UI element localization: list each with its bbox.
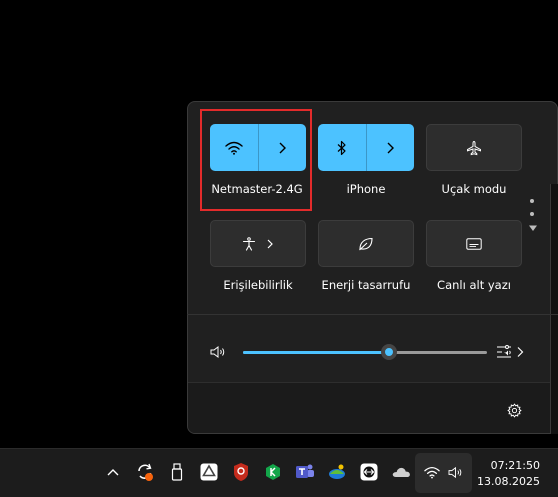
speaker-icon [448,466,462,479]
panel-footer [188,382,557,433]
network-volume-tray-button[interactable] [415,453,472,493]
app-tray-icon-red[interactable] [230,461,252,483]
k-app-icon [266,464,280,480]
sync-icon [138,463,153,481]
taskbar: 07:21:50 13.08.2025 [0,448,558,497]
kaspersky-icon[interactable] [262,461,284,483]
energy-saver-tile[interactable] [318,220,414,267]
volume-slider-fill [243,351,389,354]
teams-app-icon [296,464,314,478]
bluetooth-tile[interactable] [318,124,414,171]
accessibility-tile[interactable] [210,220,306,267]
globe-icon [329,464,345,479]
chevron-down-icon[interactable] [529,224,537,232]
teams-icon[interactable] [294,461,316,483]
accessibility-icon [242,236,256,251]
live-captions-label: Canlı alt yazı [437,278,511,292]
remote-app-icon [360,463,378,481]
show-hidden-icons-button[interactable] [102,461,124,483]
leaf-icon [359,237,373,250]
page-dot[interactable] [530,212,534,216]
clock-date: 13.08.2025 [477,475,540,488]
usb-device-icon[interactable] [166,461,188,483]
sync-app-icon[interactable] [134,461,156,483]
volume-slider[interactable] [243,344,487,360]
speaker-icon[interactable] [210,345,226,359]
live-captions-tile[interactable] [426,220,522,267]
chevron-up-icon [107,469,119,476]
airplane-mode-label: Uçak modu [441,182,507,196]
airplane-mode-tile[interactable] [426,124,522,171]
chevron-right-icon[interactable] [516,346,524,358]
captions-icon [466,237,482,250]
taskbar-clock[interactable]: 07:21:50 13.08.2025 [477,458,540,490]
chevron-right-icon [387,142,395,153]
audio-output-icon[interactable] [496,344,514,360]
airplane-icon [467,140,481,155]
settings-gear-icon[interactable] [507,403,522,418]
energy-saver-label: Enerji tasarrufu [321,278,411,292]
google-drive-icon[interactable] [198,461,220,483]
bluetooth-toggle-button[interactable] [318,124,366,171]
cloud-icon [392,467,410,477]
usb-icon [171,463,183,481]
accessibility-label: Erişilebilirlik [223,278,293,292]
bluetooth-tile-label: iPhone [346,182,386,196]
clock-time: 07:21:50 [490,459,540,472]
chevron-right-icon [267,239,273,248]
globe-app-icon[interactable] [326,461,348,483]
drive-icon [200,463,218,481]
onedrive-icon[interactable] [390,461,412,483]
adjacent-panel-edge [550,184,558,434]
divider [187,314,558,315]
page-dot[interactable] [530,199,534,203]
teamviewer-icon[interactable] [358,461,380,483]
bluetooth-devices-button[interactable] [367,124,415,171]
volume-slider-thumb[interactable] [381,344,397,360]
bluetooth-icon [337,140,346,155]
selection-highlight [200,109,312,211]
wifi-icon [424,466,440,479]
shield-app-icon [234,463,248,481]
